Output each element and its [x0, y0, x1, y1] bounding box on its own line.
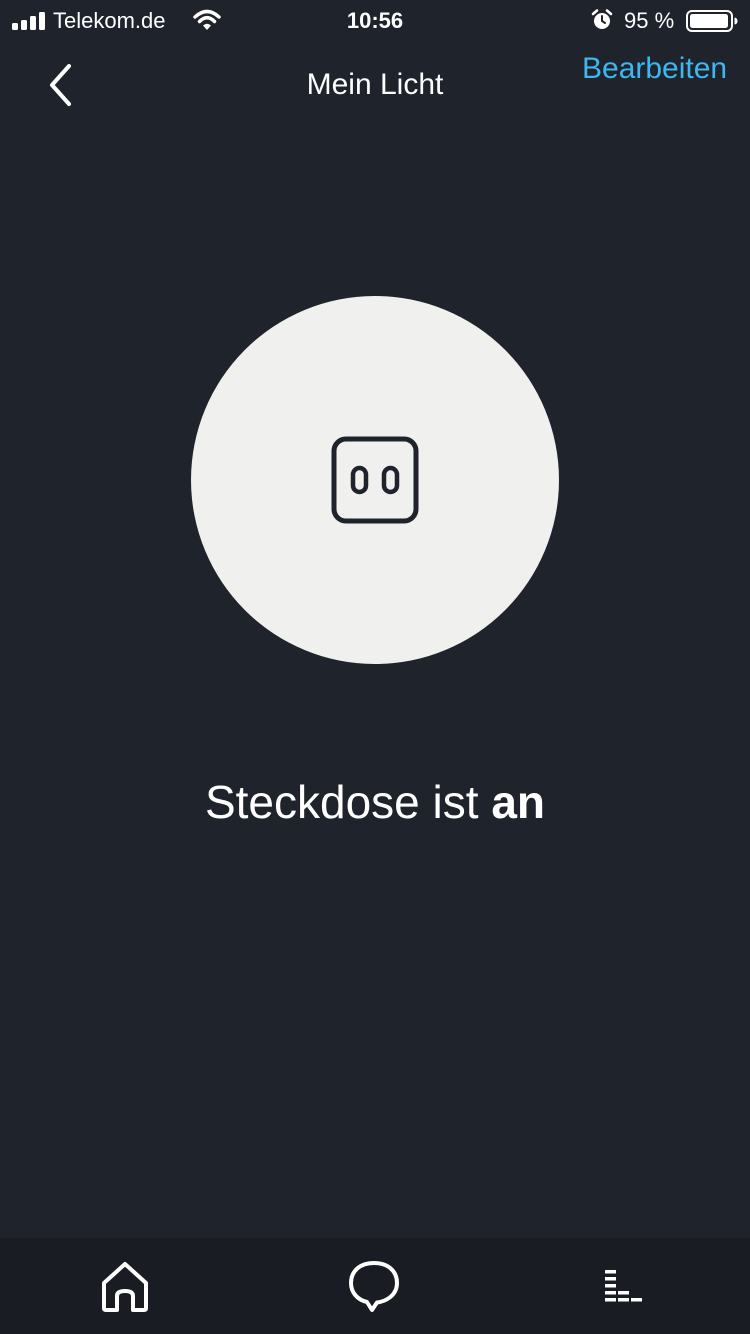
battery-percentage: 95 %	[624, 8, 675, 33]
tab-home[interactable]	[95, 1256, 155, 1316]
alarm-icon	[591, 9, 613, 29]
status-bar: Telekom.de 10:56 95 %	[0, 0, 750, 40]
device-status-prefix: Steckdose ist	[204, 776, 492, 828]
device-toggle-button[interactable]	[191, 296, 559, 664]
tab-communicate[interactable]	[344, 1256, 404, 1316]
tab-play[interactable]	[595, 1256, 655, 1316]
equalizer-icon	[605, 1270, 642, 1302]
tab-bar	[0, 1238, 750, 1334]
navigation-bar: Mein Licht Bearbeiten	[0, 40, 750, 140]
device-status-value: an	[491, 776, 546, 828]
edit-button[interactable]: Bearbeiten	[582, 50, 732, 88]
power-socket-icon	[331, 436, 419, 524]
home-icon	[102, 1262, 148, 1312]
battery-icon	[686, 10, 738, 32]
device-status-text: Steckdose ist an	[0, 775, 750, 829]
chat-bubble-icon	[349, 1261, 399, 1312]
